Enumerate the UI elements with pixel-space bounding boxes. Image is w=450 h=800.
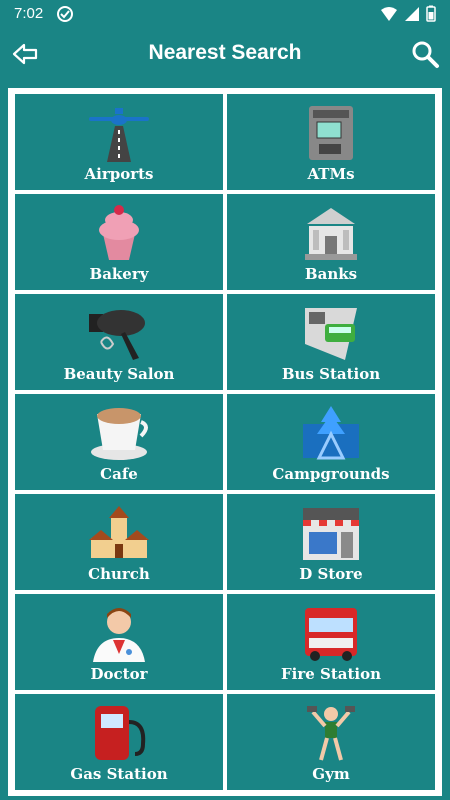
sync-icon (56, 5, 74, 27)
category-label: Banks (304, 265, 358, 283)
cupcake-icon (87, 204, 151, 262)
category-label: Gas Station (70, 765, 168, 783)
status-bar: 7:02 (0, 0, 450, 28)
category-grid: Airports ATMs Bakery Banks Beauty Salon … (15, 94, 435, 790)
category-gas-station[interactable]: Gas Station (15, 694, 223, 790)
doctor-icon (87, 604, 151, 662)
gas-pump-icon (87, 704, 151, 762)
campground-icon (299, 404, 363, 462)
bank-icon (299, 204, 363, 262)
battery-icon (426, 5, 436, 26)
category-label: ATMs (307, 165, 355, 183)
status-icons (380, 5, 436, 26)
status-time: 7:02 (14, 5, 44, 22)
category-cafe[interactable]: Cafe (15, 394, 223, 490)
category-fire-station[interactable]: Fire Station (227, 594, 435, 690)
category-beauty-salon[interactable]: Beauty Salon (15, 294, 223, 390)
category-label: Campgrounds (272, 465, 390, 483)
category-gym[interactable]: Gym (227, 694, 435, 790)
page-title: Nearest Search (148, 41, 302, 64)
category-d-store[interactable]: D Store (227, 494, 435, 590)
category-label: D Store (299, 565, 363, 583)
category-label: Gym (312, 765, 350, 783)
app-bar: Nearest Search (0, 28, 450, 80)
store-icon (299, 504, 363, 562)
category-church[interactable]: Church (15, 494, 223, 590)
airplane-icon (87, 104, 151, 162)
wifi-icon (380, 6, 398, 26)
category-panel: Airports ATMs Bakery Banks Beauty Salon … (8, 88, 442, 796)
category-label: Fire Station (280, 665, 382, 683)
atm-icon (299, 104, 363, 162)
gym-icon (299, 704, 363, 762)
category-bus-station[interactable]: Bus Station (227, 294, 435, 390)
category-label: Airports (84, 165, 154, 183)
category-label: Cafe (100, 465, 138, 483)
category-atms[interactable]: ATMs (227, 94, 435, 190)
bus-stop-icon (299, 304, 363, 362)
category-label: Bakery (89, 265, 149, 283)
category-label: Doctor (90, 665, 148, 683)
category-campgrounds[interactable]: Campgrounds (227, 394, 435, 490)
church-icon (87, 504, 151, 562)
category-doctor[interactable]: Doctor (15, 594, 223, 690)
search-icon[interactable] (410, 39, 440, 69)
coffee-cup-icon (87, 404, 151, 462)
hair-dryer-icon (87, 304, 151, 362)
category-label: Beauty Salon (63, 365, 175, 383)
category-label: Bus Station (281, 365, 381, 383)
category-banks[interactable]: Banks (227, 194, 435, 290)
category-airports[interactable]: Airports (15, 94, 223, 190)
category-label: Church (88, 565, 150, 583)
signal-icon (404, 6, 420, 26)
fire-truck-icon (299, 604, 363, 662)
category-bakery[interactable]: Bakery (15, 194, 223, 290)
